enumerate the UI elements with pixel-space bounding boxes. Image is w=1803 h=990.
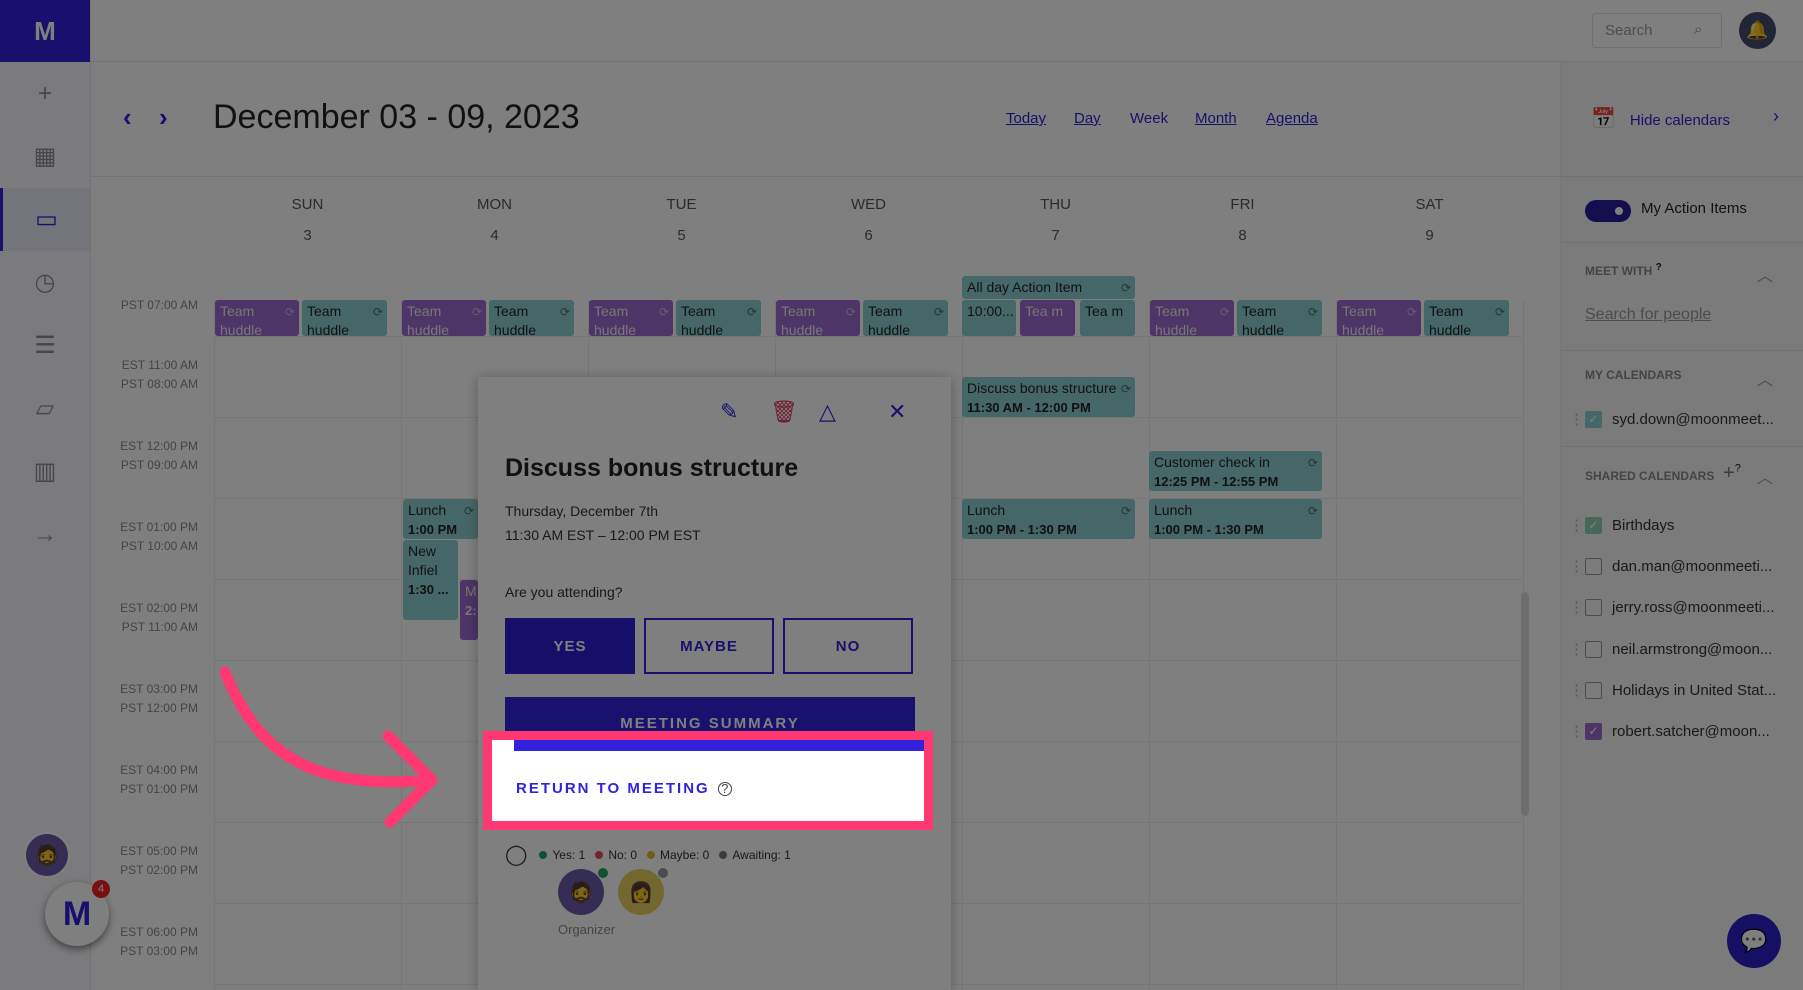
return-to-meeting-link[interactable]: RETURN TO MEETING? xyxy=(516,780,732,797)
help-icon[interactable]: ? xyxy=(717,782,732,796)
meeting-summary-button-edge[interactable] xyxy=(514,740,924,751)
highlight-box: RETURN TO MEETING? xyxy=(483,731,933,830)
tutorial-overlay xyxy=(0,0,1803,990)
